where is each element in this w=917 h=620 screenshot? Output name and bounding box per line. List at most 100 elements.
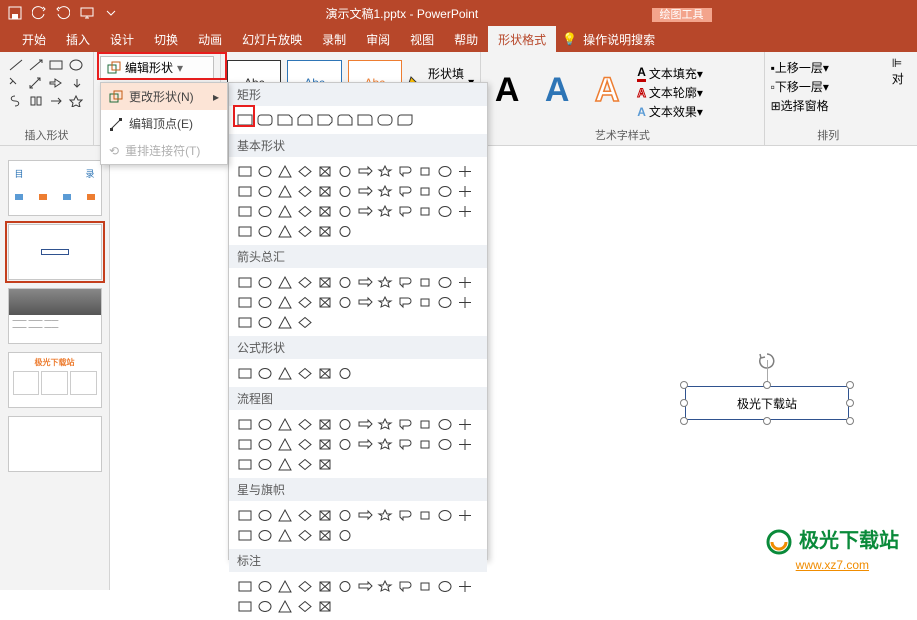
wordart-style[interactable]: A	[487, 71, 527, 110]
shape-option[interactable]	[255, 272, 275, 292]
shape-option[interactable]	[275, 312, 295, 332]
shape-option[interactable]	[235, 272, 255, 292]
shape-option[interactable]	[395, 181, 415, 201]
shape-gallery-mini[interactable]	[6, 54, 96, 110]
shape-option[interactable]	[315, 434, 335, 454]
shape-option[interactable]	[355, 292, 375, 312]
tab-record[interactable]: 录制	[312, 26, 356, 52]
shape-option[interactable]	[275, 414, 295, 434]
selected-shape[interactable]: 极光下载站	[685, 386, 849, 420]
shape-option[interactable]	[335, 576, 355, 596]
resize-handle-n[interactable]	[763, 381, 771, 389]
shape-option[interactable]	[355, 414, 375, 434]
resize-handle-se[interactable]	[846, 417, 854, 425]
shape-option[interactable]	[335, 505, 355, 525]
shape-option[interactable]	[315, 292, 335, 312]
tab-view[interactable]: 视图	[400, 26, 444, 52]
shape-round2d[interactable]	[395, 110, 415, 130]
shape-option[interactable]	[295, 576, 315, 596]
shape-option[interactable]	[235, 414, 255, 434]
shape-option[interactable]	[235, 292, 255, 312]
shape-option[interactable]	[395, 272, 415, 292]
tab-transitions[interactable]: 切换	[144, 26, 188, 52]
slide-thumbnail-5[interactable]	[8, 416, 102, 472]
shape-option[interactable]	[375, 414, 395, 434]
shape-rounded-rect[interactable]	[255, 110, 275, 130]
shape-option[interactable]	[275, 272, 295, 292]
shape-option[interactable]	[375, 434, 395, 454]
shape-option[interactable]	[275, 181, 295, 201]
shape-option[interactable]	[295, 454, 315, 474]
shape-option[interactable]	[255, 596, 275, 616]
slideshow-icon[interactable]	[76, 2, 98, 24]
tab-design[interactable]: 设计	[100, 26, 144, 52]
save-icon[interactable]	[4, 2, 26, 24]
shape-option[interactable]	[395, 505, 415, 525]
shape-option[interactable]	[375, 181, 395, 201]
shape-option[interactable]	[375, 292, 395, 312]
shape-option[interactable]	[355, 181, 375, 201]
shape-option[interactable]	[275, 576, 295, 596]
shape-option[interactable]	[235, 454, 255, 474]
tab-shape-format[interactable]: 形状格式	[488, 26, 556, 52]
tab-animations[interactable]: 动画	[188, 26, 232, 52]
shape-option[interactable]	[295, 161, 315, 181]
tab-slideshow[interactable]: 幻灯片放映	[232, 26, 312, 52]
wordart-style[interactable]: A	[537, 71, 577, 110]
shape-option[interactable]	[235, 525, 255, 545]
selection-pane-button[interactable]: ⊞ 选择窗格	[771, 96, 886, 115]
shape-option[interactable]	[235, 312, 255, 332]
shape-option[interactable]	[255, 292, 275, 312]
edit-shape-button[interactable]: 编辑形状 ▾	[100, 56, 214, 79]
shape-option[interactable]	[435, 434, 455, 454]
shape-rectangle[interactable]	[235, 110, 255, 130]
shape-option[interactable]	[275, 454, 295, 474]
shape-option[interactable]	[455, 576, 475, 596]
shape-option[interactable]	[295, 181, 315, 201]
shape-option[interactable]	[275, 221, 295, 241]
shape-snipround[interactable]	[335, 110, 355, 130]
undo-icon[interactable]	[28, 2, 50, 24]
shape-option[interactable]	[335, 221, 355, 241]
shape-option[interactable]	[375, 272, 395, 292]
shape-option[interactable]	[235, 161, 255, 181]
shape-option[interactable]	[315, 576, 335, 596]
slide-thumbnail-4[interactable]: 极光下载站	[8, 352, 102, 408]
shape-option[interactable]	[335, 292, 355, 312]
shape-option[interactable]	[375, 201, 395, 221]
tab-home[interactable]: 开始	[12, 26, 56, 52]
shape-snip2d[interactable]	[315, 110, 335, 130]
slide-thumbnail-1[interactable]: 目录	[8, 160, 102, 216]
shape-option[interactable]	[255, 181, 275, 201]
shape-option[interactable]	[255, 414, 275, 434]
shape-option[interactable]	[275, 525, 295, 545]
shape-option[interactable]	[275, 596, 295, 616]
shape-option[interactable]	[295, 292, 315, 312]
shape-option[interactable]	[395, 201, 415, 221]
shape-option[interactable]	[375, 161, 395, 181]
shape-option[interactable]	[315, 272, 335, 292]
shape-option[interactable]	[255, 312, 275, 332]
shape-option[interactable]	[275, 201, 295, 221]
slide-thumbnail-3[interactable]: —— —— ———— —— ——	[8, 288, 102, 344]
chevron-down-icon[interactable]	[100, 2, 122, 24]
resize-handle-w[interactable]	[680, 399, 688, 407]
shape-option[interactable]	[415, 505, 435, 525]
shape-option[interactable]	[455, 414, 475, 434]
shape-option[interactable]	[335, 363, 355, 383]
shape-option[interactable]	[315, 161, 335, 181]
tell-me-search[interactable]: 操作说明搜索	[583, 26, 665, 52]
shape-option[interactable]	[375, 505, 395, 525]
shape-option[interactable]	[435, 181, 455, 201]
shape-round1[interactable]	[355, 110, 375, 130]
shape-option[interactable]	[355, 201, 375, 221]
shape-option[interactable]	[395, 414, 415, 434]
wordart-style[interactable]: A	[587, 71, 627, 110]
shape-option[interactable]	[395, 434, 415, 454]
shape-option[interactable]	[235, 363, 255, 383]
shape-option[interactable]	[335, 434, 355, 454]
shape-option[interactable]	[395, 292, 415, 312]
shape-option[interactable]	[415, 414, 435, 434]
shape-option[interactable]	[315, 454, 335, 474]
send-backward-button[interactable]: ▫ 下移一层 ▾	[771, 77, 886, 96]
